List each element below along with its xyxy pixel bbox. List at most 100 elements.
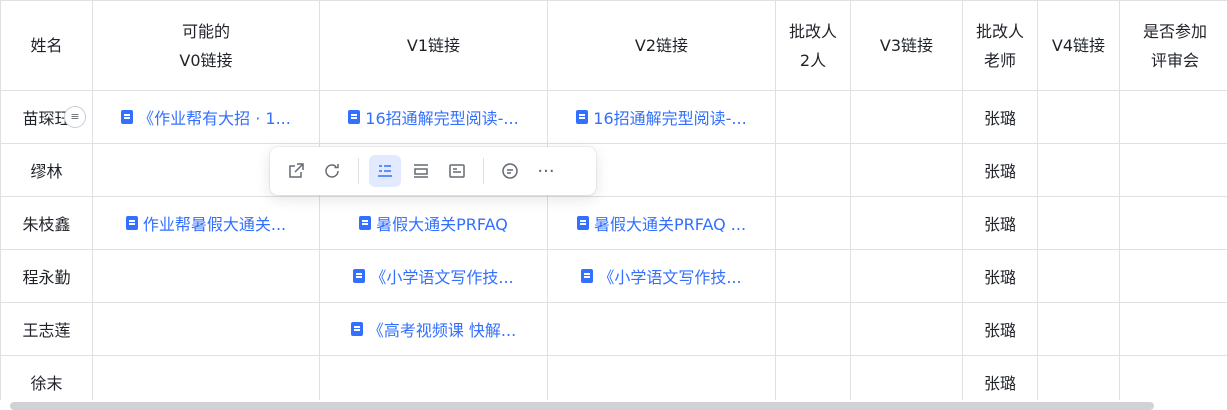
cell-name[interactable]: 苗琛珏 ≡ xyxy=(0,90,93,144)
cell-v2[interactable]: 16招通解完型阅读-... xyxy=(547,90,776,144)
doc-link[interactable]: 16招通解完型阅读-... xyxy=(576,105,747,129)
cell-v1[interactable] xyxy=(319,355,548,400)
header-v4[interactable]: V4链接 xyxy=(1037,0,1120,91)
cell-text: 王志莲 xyxy=(22,321,71,340)
cell-v2[interactable] xyxy=(547,302,776,356)
cell-v2[interactable] xyxy=(547,355,776,400)
cell-v3[interactable] xyxy=(850,90,963,144)
sheet-table: 姓名 可能的 V0链接 V1链接 V2链接 批改人 2人 V3链接 批改人 老师 V4… xyxy=(0,0,1227,400)
cell-v4[interactable] xyxy=(1037,90,1120,144)
cell-v4[interactable] xyxy=(1037,302,1120,356)
table-row: 徐末 张璐 xyxy=(0,355,1227,400)
cell-text: 朱枝鑫 xyxy=(22,215,71,234)
cell-v3[interactable] xyxy=(850,143,963,197)
cell-v0[interactable]: 《作业帮有大招 · 1... xyxy=(92,90,320,144)
cell-name[interactable]: 朱枝鑫 xyxy=(0,196,93,250)
cell-v1[interactable]: 16招通解完型阅读-... xyxy=(319,90,548,144)
cell-v0[interactable]: 作业帮暑假大通关... xyxy=(92,196,320,250)
toolbar-divider xyxy=(358,158,359,184)
document-icon xyxy=(359,216,372,230)
document-icon xyxy=(353,269,366,283)
comment-icon[interactable] xyxy=(494,155,526,187)
cell-v3[interactable] xyxy=(850,355,963,400)
cell-v4[interactable] xyxy=(1037,143,1120,197)
cell-review[interactable] xyxy=(1119,355,1227,400)
doc-link[interactable]: 作业帮暑假大通关... xyxy=(125,211,286,235)
header-teacher[interactable]: 批改人 老师 xyxy=(962,0,1038,91)
cell-text: 徐末 xyxy=(30,374,63,393)
header-v1[interactable]: V1链接 xyxy=(319,0,548,91)
doc-link[interactable]: 《作业帮有大招 · 1... xyxy=(121,105,291,129)
table-row: 缪林 张璐 xyxy=(0,143,1227,197)
cell-v4[interactable] xyxy=(1037,196,1120,250)
horizontal-scrollbar[interactable] xyxy=(10,402,1154,410)
cell-v2[interactable]: 暑假大通关PRFAQ ... xyxy=(547,196,776,250)
open-in-new-icon[interactable] xyxy=(280,155,312,187)
cell-name[interactable]: 缪林 xyxy=(0,143,93,197)
cell-review[interactable] xyxy=(1119,90,1227,144)
cell-review[interactable] xyxy=(1119,249,1227,303)
cell-name[interactable]: 王志莲 xyxy=(0,302,93,356)
doc-link[interactable]: 《高考视频课 快解... xyxy=(350,317,516,341)
view-card-icon[interactable] xyxy=(441,155,473,187)
cell-review[interactable] xyxy=(1119,143,1227,197)
cell-v1[interactable]: 暑假大通关PRFAQ xyxy=(319,196,548,250)
cell-text: 张璐 xyxy=(983,109,1016,128)
more-icon[interactable]: ··· xyxy=(530,155,562,187)
cell-teacher[interactable]: 张璐 xyxy=(962,249,1038,303)
cell-grader2[interactable] xyxy=(775,196,851,250)
cell-grader2[interactable] xyxy=(775,143,851,197)
header-name[interactable]: 姓名 xyxy=(0,0,93,91)
doc-link[interactable]: 暑假大通关PRFAQ ... xyxy=(576,211,746,235)
cell-text: 张璐 xyxy=(983,268,1016,287)
cell-text: 张璐 xyxy=(983,321,1016,340)
refresh-icon[interactable] xyxy=(316,155,348,187)
doc-link[interactable]: 16招通解完型阅读-... xyxy=(348,105,519,129)
view-title-icon[interactable] xyxy=(405,155,437,187)
table-row: 苗琛珏 ≡ 《作业帮有大招 · 1... 16招通解完型阅读-... 16招通解完型阅读… xyxy=(0,90,1227,144)
cell-v1[interactable]: 《高考视频课 快解... xyxy=(319,302,548,356)
cell-teacher[interactable]: 张璐 xyxy=(962,302,1038,356)
cell-v3[interactable] xyxy=(850,302,963,356)
cell-v3[interactable] xyxy=(850,196,963,250)
cell-name[interactable]: 徐末 xyxy=(0,355,93,400)
toolbar-divider xyxy=(483,158,484,184)
cell-teacher[interactable]: 张璐 xyxy=(962,90,1038,144)
cell-v4[interactable] xyxy=(1037,355,1120,400)
doc-link[interactable]: 《小学语文写作技... xyxy=(353,264,514,288)
doc-link[interactable]: 《小学语文写作技... xyxy=(581,264,742,288)
header-review[interactable]: 是否参加 评审会 xyxy=(1119,0,1227,91)
doc-link[interactable]: 暑假大通关PRFAQ xyxy=(359,211,508,235)
cell-teacher[interactable]: 张璐 xyxy=(962,143,1038,197)
document-icon xyxy=(576,110,589,124)
cell-grader2[interactable] xyxy=(775,249,851,303)
cell-review[interactable] xyxy=(1119,302,1227,356)
cell-text: 缪林 xyxy=(30,162,63,181)
cell-v2[interactable]: 《小学语文写作技... xyxy=(547,249,776,303)
document-icon xyxy=(350,322,363,336)
header-v2[interactable]: V2链接 xyxy=(547,0,776,91)
cell-v4[interactable] xyxy=(1037,249,1120,303)
cell-text: 张璐 xyxy=(983,374,1016,393)
cell-v1[interactable]: 《小学语文写作技... xyxy=(319,249,548,303)
cell-grader2[interactable] xyxy=(775,302,851,356)
cell-grader2[interactable] xyxy=(775,90,851,144)
cell-teacher[interactable]: 张璐 xyxy=(962,355,1038,400)
cell-v0[interactable] xyxy=(92,249,320,303)
header-grader2[interactable]: 批改人 2人 xyxy=(775,0,851,91)
document-icon xyxy=(581,269,594,283)
cell-v3[interactable] xyxy=(850,249,963,303)
cell-grader2[interactable] xyxy=(775,355,851,400)
cell-v0[interactable] xyxy=(92,355,320,400)
table-row: 程永勤 《小学语文写作技... 《小学语文写作技... 张璐 xyxy=(0,249,1227,303)
document-icon xyxy=(348,110,361,124)
document-icon xyxy=(576,216,589,230)
cell-teacher[interactable]: 张璐 xyxy=(962,196,1038,250)
header-v0[interactable]: 可能的 V0链接 xyxy=(92,0,320,91)
cell-v0[interactable] xyxy=(92,302,320,356)
view-list-icon[interactable] xyxy=(369,155,401,187)
cell-review[interactable] xyxy=(1119,196,1227,250)
header-v3[interactable]: V3链接 xyxy=(850,0,963,91)
list-icon[interactable]: ≡ xyxy=(64,106,86,128)
cell-name[interactable]: 程永勤 xyxy=(0,249,93,303)
